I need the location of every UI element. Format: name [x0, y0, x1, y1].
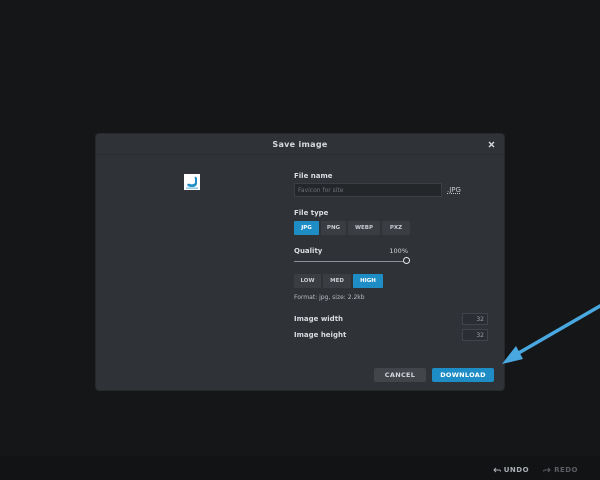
bottom-bar: UNDO REDO: [0, 456, 600, 480]
save-image-dialog: Save image File name .JPG File type JPG …: [96, 134, 504, 390]
file-extension: .JPG: [447, 186, 461, 194]
file-type-webp[interactable]: WEBP: [348, 221, 380, 235]
file-name-input[interactable]: [294, 183, 442, 197]
image-height-label: Image height: [294, 331, 347, 339]
image-width-label: Image width: [294, 315, 344, 323]
dialog-header: Save image: [96, 134, 504, 155]
dialog-footer: CANCEL DOWNLOAD: [374, 368, 494, 382]
dialog-title: Save image: [272, 139, 328, 149]
slider-fill: [294, 261, 403, 262]
file-type-jpg[interactable]: JPG: [294, 221, 319, 235]
file-type-label: File type: [294, 209, 329, 217]
image-preview: [184, 174, 200, 190]
quality-high[interactable]: HIGH: [353, 274, 383, 288]
options-panel: File name .JPG File type JPG PNG WEBP PX…: [294, 172, 494, 341]
quality-low[interactable]: LOW: [294, 274, 321, 288]
file-type-png[interactable]: PNG: [321, 221, 346, 235]
arrow-head: [502, 346, 523, 364]
format-info: Format: jpg, size: 2.2kb: [294, 294, 365, 301]
cancel-button[interactable]: CANCEL: [374, 368, 426, 382]
redo-label: REDO: [554, 466, 578, 474]
quality-row: Quality 100%: [294, 247, 412, 255]
image-height-row: Image height: [294, 329, 488, 341]
undo-label: UNDO: [503, 466, 530, 474]
quality-presets: LOW MED HIGH: [294, 274, 494, 288]
arrow-shaft: [508, 304, 600, 360]
file-type-pxz[interactable]: PXZ: [382, 221, 410, 235]
undo-button[interactable]: UNDO: [493, 466, 529, 474]
slider-thumb[interactable]: [403, 257, 410, 264]
redo-button[interactable]: REDO: [543, 466, 578, 474]
image-width-input[interactable]: [462, 313, 488, 325]
quality-med[interactable]: MED: [323, 274, 351, 288]
image-width-row: Image width: [294, 313, 488, 325]
undo-icon: [493, 467, 501, 473]
close-button[interactable]: [484, 137, 498, 151]
redo-icon: [543, 467, 551, 473]
download-button[interactable]: DOWNLOAD: [432, 368, 494, 382]
quality-label: Quality: [294, 247, 323, 255]
favicon-preview-icon: [184, 174, 200, 190]
history-controls: UNDO REDO: [493, 466, 578, 474]
quality-value: 100%: [389, 247, 408, 255]
file-name-label: File name: [294, 172, 333, 180]
image-height-input[interactable]: [462, 329, 488, 341]
quality-slider[interactable]: [294, 257, 410, 267]
file-name-row: .JPG: [294, 183, 494, 197]
close-icon: [488, 141, 494, 147]
file-type-selector: JPG PNG WEBP PXZ: [294, 221, 494, 235]
